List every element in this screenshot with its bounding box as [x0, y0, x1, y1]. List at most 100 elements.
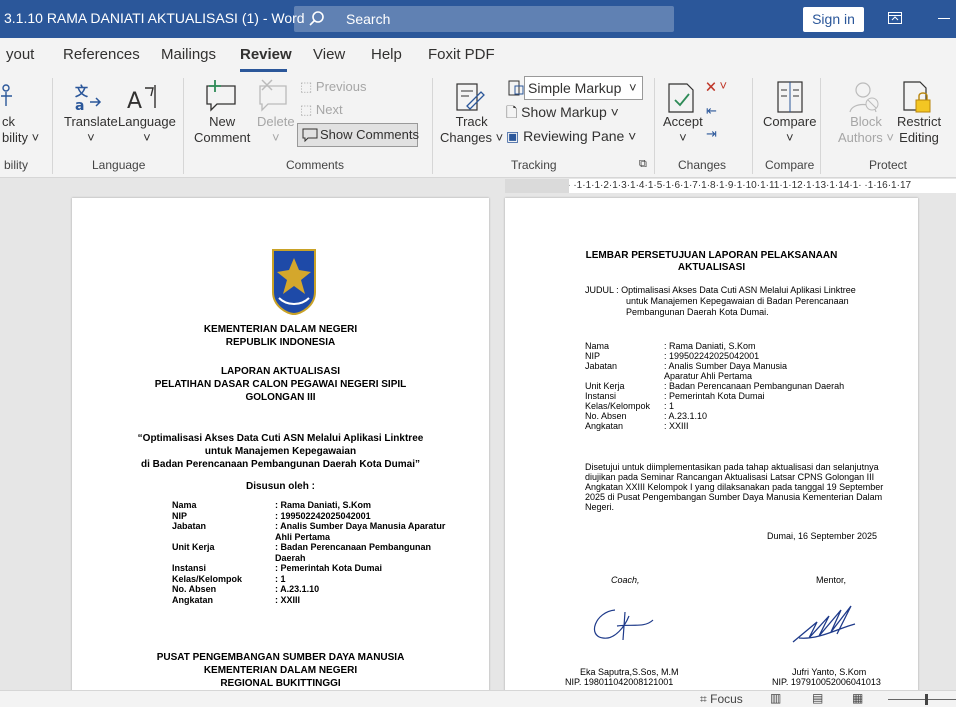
title-bar: 3.1.10 RAMA DANIATI AKTUALISASI (1) - Wo…: [0, 0, 956, 38]
field-label: No. Absen: [172, 584, 217, 594]
show-comments-button[interactable]: Show Comments: [297, 123, 419, 147]
track-changes-button[interactable]: Track Changes ˅: [440, 114, 503, 146]
coach-label: Coach,: [611, 575, 640, 585]
print-layout-icon[interactable]: ▤: [812, 691, 823, 705]
next-comment-icon: ⬚: [300, 102, 313, 117]
language-icon: A: [127, 85, 156, 112]
document-page-cover[interactable]: KEMENTERIAN DALAM NEGERI REPUBLIK INDONE…: [72, 198, 489, 698]
cover-report: LAPORAN AKTUALISASI: [220, 366, 341, 377]
sign-in-button[interactable]: Sign in: [803, 7, 864, 32]
previous-change-icon[interactable]: ⇤: [706, 103, 717, 119]
block-authors-button[interactable]: Block Authors ˅: [838, 114, 894, 146]
track-changes-icon: [456, 83, 485, 111]
mentor-signature: [792, 605, 856, 643]
mentor-nip: NIP. 197910052006041013: [772, 677, 881, 687]
field-value: : Pemerintah Kota Dumai: [664, 391, 765, 401]
field-label: Angkatan: [585, 421, 624, 431]
show-markup-button[interactable]: 🗋 Show Markup ˅: [506, 104, 619, 120]
judul-line1: JUDUL : Optimalisasi Akses Data Cuti ASN…: [585, 285, 856, 295]
reject-icon[interactable]: 🗙 ˅: [706, 78, 727, 94]
group-comments-label: Comments: [286, 158, 345, 172]
minimize-icon[interactable]: [938, 18, 950, 19]
field-value: : 1: [275, 573, 286, 584]
ribbon-display-options-icon[interactable]: [887, 10, 903, 26]
group-accessibility-label: bility: [4, 158, 29, 172]
focus-mode-button[interactable]: ⌗ Focus: [700, 692, 743, 707]
field-value: : Badan Perencanaan Pembangunan: [275, 542, 432, 552]
field-label: Nama: [172, 500, 197, 510]
web-layout-icon[interactable]: ▦: [852, 691, 863, 705]
next-comment-button[interactable]: ⬚ Next: [300, 102, 343, 118]
group-language-label: Language: [92, 158, 146, 172]
mentor-label: Mentor,: [816, 575, 847, 585]
document-page-approval[interactable]: LEMBAR PERSETUJUAN LAPORAN PELAKSANAAN A…: [505, 198, 918, 698]
new-comment-button[interactable]: New Comment: [194, 114, 250, 146]
translate-icon: 文a: [75, 84, 102, 112]
language-button[interactable]: Language ˅: [118, 114, 176, 146]
tab-foxit-pdf[interactable]: Foxit PDF: [428, 46, 495, 63]
tab-layout[interactable]: yout: [6, 46, 34, 63]
cover-title-line3: di Badan Perencanaan Pembangunan Daerah …: [141, 459, 420, 470]
group-separator: [183, 78, 184, 174]
tab-help[interactable]: Help: [371, 46, 402, 63]
field-value: : 199502242025042001: [275, 510, 371, 521]
zoom-slider[interactable]: [888, 699, 956, 700]
group-tracking-label: Tracking: [511, 158, 557, 172]
tracking-options-launcher-icon[interactable]: ⧉: [639, 156, 647, 172]
reviewing-pane-button[interactable]: ▣ Reviewing Pane ˅: [506, 128, 636, 144]
new-comment-icon: [206, 80, 236, 112]
accept-button[interactable]: Accept ˅: [663, 114, 703, 146]
cover-title-line2: untuk Manajemen Kepegawaian: [204, 446, 357, 457]
zoom-slider-thumb[interactable]: [925, 694, 928, 705]
field-label: Kelas/Kelompok: [172, 573, 243, 584]
field-label: NIP: [172, 510, 188, 521]
group-separator: [752, 78, 753, 174]
ministry-emblem-logo: [272, 249, 316, 316]
field-label: Instansi: [172, 563, 207, 573]
block-authors-icon: [849, 82, 879, 113]
ruler-margin: [505, 179, 569, 193]
tab-references[interactable]: References: [63, 46, 140, 63]
tab-review[interactable]: Review: [240, 46, 292, 63]
compare-button[interactable]: Compare ˅: [763, 114, 816, 146]
delete-comment-button[interactable]: Delete ˅: [257, 114, 295, 146]
display-for-review-select[interactable]: Simple Markup ˅: [524, 76, 643, 100]
field-value: Ahli Pertama: [275, 531, 331, 542]
cover-compiled-by: Disusun oleh :: [246, 481, 315, 492]
field-value: : Rama Daniati, S.Kom: [275, 500, 372, 510]
read-mode-icon[interactable]: ▥: [770, 691, 781, 705]
search-placeholder: Search: [346, 11, 391, 27]
horizontal-ruler[interactable]: ·1·3·1·2·1·1·1· ·1·1·1·2·1·3·1·4·1·5·1·6…: [505, 179, 956, 193]
field-value: Daerah: [275, 552, 306, 563]
group-separator: [432, 78, 433, 174]
tab-mailings[interactable]: Mailings: [161, 46, 216, 63]
coach-nip: NIP. 198011042008121001: [565, 677, 674, 687]
restrict-editing-icon: [903, 81, 931, 113]
tab-view[interactable]: View: [313, 46, 345, 63]
compare-icon: [777, 81, 803, 113]
search-box[interactable]: Search: [294, 6, 674, 32]
check-accessibility-button[interactable]: ck bility ˅: [2, 114, 39, 146]
cover-ministry: KEMENTERIAN DALAM NEGERI: [203, 324, 358, 335]
cover-footer-line2: KEMENTERIAN DALAM NEGERI: [203, 665, 358, 676]
translate-button[interactable]: Translate ˅: [64, 114, 118, 146]
reviewing-pane-icon: ▣: [506, 128, 520, 144]
show-markup-icon: 🗋: [506, 104, 518, 120]
approval-heading-line1: LEMBAR PERSETUJUAN LAPORAN PELAKSANAAN: [585, 250, 838, 261]
previous-comment-icon: ⬚: [300, 79, 313, 94]
previous-comment-button[interactable]: ⬚ Previous: [300, 79, 367, 95]
judul-line2: untuk Manajemen Kepegawaian di Badan Per…: [626, 296, 849, 306]
restrict-editing-button[interactable]: Restrict Editing: [897, 114, 941, 146]
field-label: Unit Kerja: [172, 542, 215, 552]
show-comments-icon: [302, 128, 318, 142]
field-value: : XXIII: [664, 421, 689, 431]
group-separator: [820, 78, 821, 174]
search-icon: [309, 11, 324, 26]
svg-text:a: a: [75, 98, 84, 112]
markup-icon: [508, 80, 524, 96]
approval-line: Negeri.: [585, 502, 615, 512]
approval-line: 2025 di Pusat Pengembangan Sumber Daya M…: [585, 492, 883, 502]
next-change-icon[interactable]: ⇥: [706, 126, 717, 142]
cover-training: PELATIHAN DASAR CALON PEGAWAI NEGERI SIP…: [154, 379, 407, 390]
ribbon-tabs: yout References Mailings Review View Hel…: [0, 38, 956, 72]
